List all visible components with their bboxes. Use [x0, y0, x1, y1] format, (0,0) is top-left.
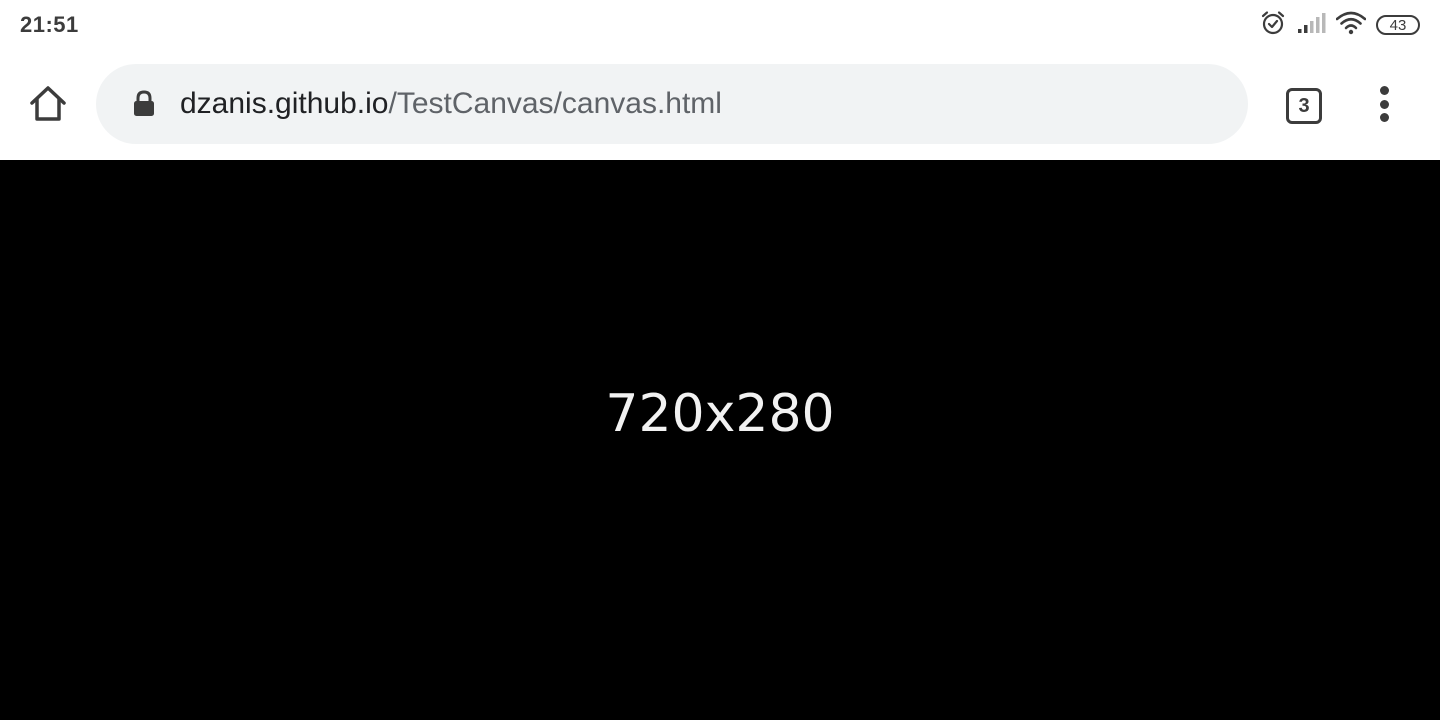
home-icon — [28, 83, 68, 128]
url-path: /TestCanvas/canvas.html — [388, 87, 722, 120]
url-host: dzanis.github.io — [180, 87, 389, 120]
tab-switcher-button[interactable]: 3 — [1286, 88, 1322, 124]
lock-icon[interactable] — [132, 90, 156, 118]
home-button[interactable] — [22, 82, 74, 128]
status-time: 21:51 — [20, 12, 79, 37]
address-bar[interactable]: dzanis.github.io/TestCanvas/canvas.html — [96, 64, 1248, 144]
status-bar: 21:51 43 — [0, 0, 1440, 50]
battery-icon: 43 — [1376, 15, 1420, 35]
wifi-icon — [1335, 11, 1367, 40]
menu-dot — [1379, 99, 1389, 109]
url-text: dzanis.github.io/TestCanvas/canvas.html — [180, 87, 722, 121]
status-icons: 43 — [1260, 10, 1420, 41]
menu-dot — [1379, 86, 1389, 95]
page-canvas[interactable]: 720x280 — [0, 160, 1440, 720]
more-vert-icon[interactable] — [1366, 82, 1402, 126]
canvas-size-text: 720x280 — [605, 384, 835, 444]
signal-icon — [1296, 11, 1326, 40]
browser-toolbar: dzanis.github.io/TestCanvas/canvas.html … — [0, 50, 1440, 160]
menu-dot — [1379, 113, 1389, 122]
alarm-icon — [1260, 10, 1286, 41]
